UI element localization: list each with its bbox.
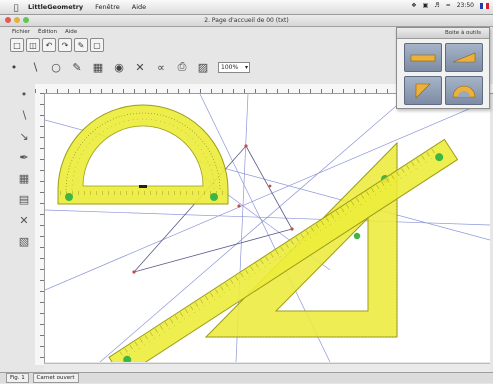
- triangle-icon: [415, 83, 431, 99]
- tool-palette: Boite à outils: [396, 27, 490, 109]
- tab-figure[interactable]: Fig. 1: [6, 373, 29, 383]
- tab-notebook[interactable]: Carnet ouvert: [32, 373, 79, 383]
- midpoint-point[interactable]: [268, 184, 272, 188]
- palette-grid: [404, 43, 483, 105]
- vertex-point[interactable]: [290, 227, 294, 231]
- intersection-point[interactable]: [237, 204, 241, 208]
- set-square-icon: [452, 52, 476, 62]
- vertex-point[interactable]: [244, 144, 248, 148]
- status-bar: Fig. 1 Carnet ouvert: [0, 372, 493, 383]
- horizontal-scrollbar[interactable]: [44, 363, 490, 372]
- protractor-center-mark: [139, 185, 147, 188]
- triangle-tool-button[interactable]: [404, 76, 442, 105]
- vertex-point[interactable]: [132, 270, 136, 274]
- set-square-handle-inner[interactable]: [353, 232, 361, 240]
- ruler-tool-button[interactable]: [404, 43, 442, 72]
- protractor-icon: [452, 85, 476, 97]
- palette-title: Boite à outils: [397, 28, 489, 39]
- protractor-handle-left[interactable]: [65, 193, 73, 201]
- ruler-icon: [410, 54, 436, 61]
- protractor-tool-button[interactable]: [445, 76, 483, 105]
- set-square-tool-button[interactable]: [445, 43, 483, 72]
- protractor-handle-right[interactable]: [210, 193, 218, 201]
- protractor-base-ticks: [60, 191, 226, 195]
